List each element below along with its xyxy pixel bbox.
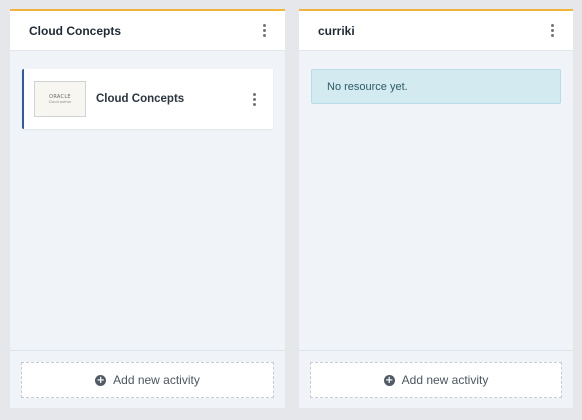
column-title[interactable]: Cloud Concepts	[29, 24, 121, 38]
resource-title[interactable]: Cloud Concepts	[96, 93, 247, 105]
column-body: No resource yet.	[299, 51, 573, 350]
column-title[interactable]: curriki	[318, 24, 355, 38]
add-new-activity-button[interactable]: + Add new activity	[310, 362, 562, 398]
kebab-menu-icon[interactable]	[257, 22, 271, 40]
plus-circle-icon: +	[383, 374, 395, 386]
add-new-activity-button[interactable]: + Add new activity	[21, 362, 274, 398]
playlist-column-cloud-concepts: Cloud Concepts ORACLE Cloud author Cloud…	[10, 9, 285, 408]
playlist-column-curriki: curriki No resource yet. + Add new activ…	[299, 9, 573, 408]
column-body: ORACLE Cloud author Cloud Concepts	[10, 51, 285, 350]
column-footer: + Add new activity	[10, 350, 285, 408]
column-header: curriki	[299, 11, 573, 51]
add-new-activity-label: Add new activity	[401, 373, 489, 387]
column-header: Cloud Concepts	[10, 11, 285, 51]
column-footer: + Add new activity	[299, 350, 573, 408]
kebab-menu-icon[interactable]	[247, 90, 261, 108]
resource-card[interactable]: ORACLE Cloud author Cloud Concepts	[22, 69, 273, 129]
empty-resource-notice: No resource yet.	[311, 69, 561, 104]
thumbnail-subtitle: Cloud author	[48, 100, 72, 104]
kebab-menu-icon[interactable]	[545, 22, 559, 40]
add-new-activity-label: Add new activity	[113, 373, 200, 387]
resource-thumbnail: ORACLE Cloud author	[34, 81, 86, 117]
plus-circle-icon: +	[95, 374, 107, 386]
